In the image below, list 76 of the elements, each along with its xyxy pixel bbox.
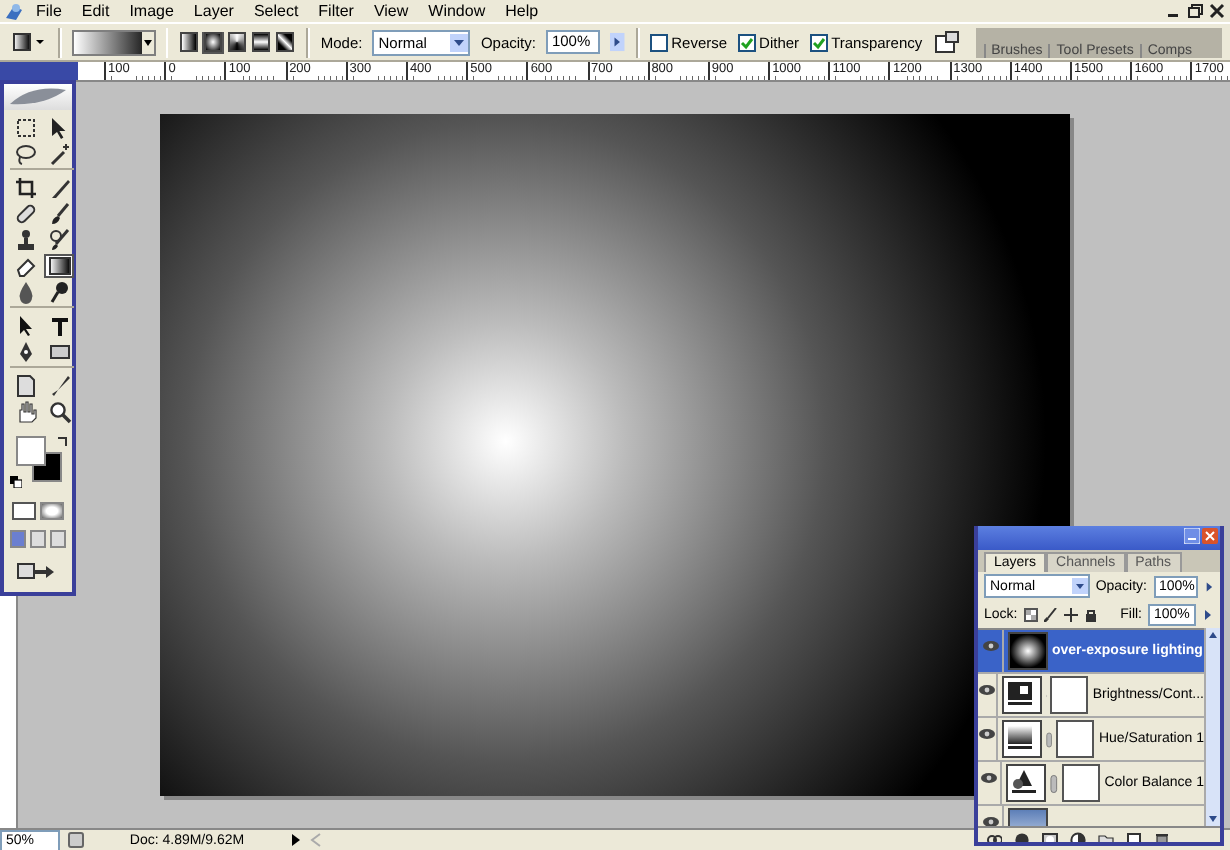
- menu-item[interactable]: Image: [119, 2, 184, 20]
- gradient-type-button[interactable]: [202, 31, 225, 53]
- brush-icon[interactable]: [1043, 607, 1058, 621]
- stamp-icon: [13, 228, 37, 252]
- layer-mask-thumbnail: [1056, 720, 1095, 758]
- standard-mode-button[interactable]: [12, 502, 36, 520]
- eye-icon[interactable]: [981, 816, 999, 826]
- eye-icon[interactable]: [981, 640, 999, 652]
- eye-icon[interactable]: [978, 684, 996, 696]
- lock-icon[interactable]: [1083, 607, 1098, 621]
- checkbox-box[interactable]: [737, 33, 756, 51]
- eyedropper-icon: [47, 374, 71, 398]
- gradient-icon: [47, 254, 71, 278]
- tool-button[interactable]: [44, 228, 74, 252]
- default-colors-icon[interactable]: [10, 476, 22, 488]
- brush-icon: [47, 202, 71, 226]
- rectangle-icon: [47, 340, 71, 364]
- history-brush-icon: [47, 228, 71, 252]
- tool-button[interactable]: [10, 176, 40, 200]
- menu-item[interactable]: Window: [418, 2, 496, 20]
- color-swatches-drawing[interactable]: [10, 436, 66, 484]
- menu-item[interactable]: Select: [243, 2, 309, 20]
- adjustment-icon: [1008, 766, 1041, 796]
- eye-icon[interactable]: [978, 728, 997, 740]
- eye-icon[interactable]: [980, 772, 999, 784]
- tool-button[interactable]: [44, 340, 74, 364]
- menu-item[interactable]: Edit: [71, 2, 120, 20]
- app-logo-icon: [4, 1, 26, 21]
- magic-wand-icon: [47, 142, 71, 166]
- zoom-icon: [47, 400, 71, 424]
- marquee-icon: [13, 116, 37, 140]
- gradient-type-button[interactable]: [274, 31, 297, 53]
- adjustment-icon: [1004, 678, 1036, 708]
- slice-icon: [47, 176, 71, 200]
- quick-mask-button[interactable]: [40, 502, 64, 520]
- gradient-tool-icon: [11, 32, 44, 52]
- checkbox-box[interactable]: [649, 33, 668, 51]
- scroll-up-icon[interactable]: [1206, 628, 1220, 642]
- tool-preset-picker[interactable]: [8, 31, 48, 53]
- gradient-type-button[interactable]: [226, 31, 249, 53]
- lock-transparency-icon[interactable]: [1023, 607, 1038, 621]
- menu-item[interactable]: View: [363, 2, 419, 20]
- gradient-type-button[interactable]: [178, 31, 201, 53]
- restore-icon[interactable]: [1186, 2, 1204, 20]
- layer-mask-thumbnail: [1050, 676, 1089, 714]
- move-icon: [47, 116, 71, 140]
- gradient-type-button[interactable]: [250, 31, 273, 53]
- eraser-icon: [13, 254, 37, 278]
- close-icon[interactable]: [1208, 2, 1226, 20]
- menu-arrow-icon[interactable]: [290, 832, 302, 848]
- layer-thumbnail: [1008, 632, 1048, 670]
- checkbox-box[interactable]: [809, 33, 828, 51]
- type-icon: [47, 314, 71, 338]
- preview-icon[interactable]: [68, 832, 84, 848]
- slider-arrow-icon[interactable]: [610, 32, 626, 52]
- tool-button[interactable]: [44, 254, 74, 278]
- menu-item[interactable]: File: [26, 2, 72, 20]
- move-cross-icon[interactable]: [1063, 607, 1078, 621]
- dodge-icon: [47, 280, 71, 304]
- lasso-icon: [13, 142, 37, 166]
- adjustment-icon: [1004, 722, 1037, 752]
- palette-icon: [934, 30, 963, 54]
- dropdown-arrow-icon: [1071, 578, 1088, 594]
- crop-icon: [13, 176, 37, 200]
- layer-mask-thumbnail: [1062, 764, 1101, 802]
- healing-brush-icon: [13, 202, 37, 226]
- notes-icon: [13, 374, 37, 398]
- feather-icon: [8, 84, 68, 108]
- dropdown-arrow-icon: [450, 33, 469, 51]
- tool-button[interactable]: [44, 400, 74, 424]
- hand-icon: [13, 400, 37, 424]
- tool-button[interactable]: [10, 142, 40, 166]
- gradient-picker[interactable]: [71, 29, 156, 55]
- menu-item[interactable]: Filter: [308, 2, 364, 20]
- menu-item[interactable]: Help: [495, 2, 549, 20]
- menu-item[interactable]: Layer: [183, 2, 244, 20]
